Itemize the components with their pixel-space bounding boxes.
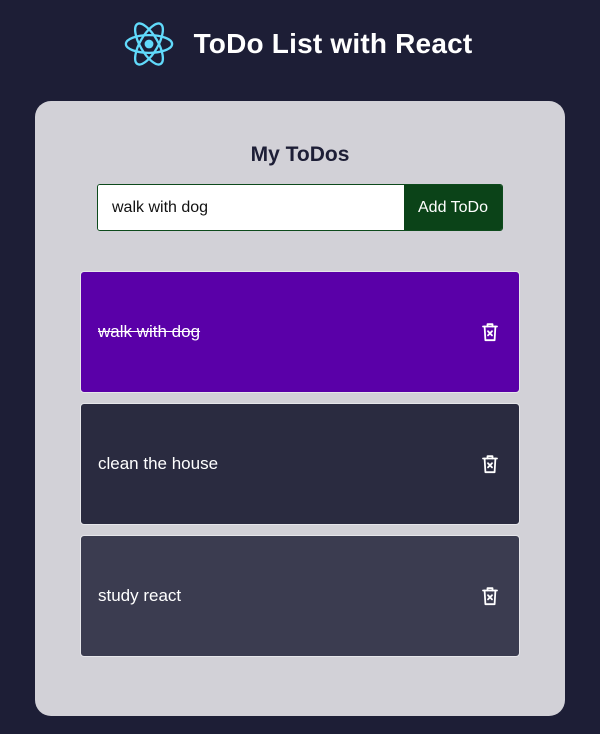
react-atom-icon: [124, 22, 173, 66]
todo-list: walk with dog clean the house study reac…: [80, 271, 520, 667]
trash-icon[interactable]: [481, 586, 499, 606]
todo-item[interactable]: walk with dog: [80, 271, 520, 393]
card-title: My ToDos: [250, 143, 350, 166]
todo-item[interactable]: clean the house: [80, 403, 520, 525]
todo-form: Add ToDo: [97, 184, 503, 231]
todo-text[interactable]: study react: [98, 586, 181, 606]
trash-icon[interactable]: [481, 454, 499, 474]
app-title: ToDo List with React: [193, 28, 473, 59]
trash-icon[interactable]: [481, 322, 499, 342]
todo-text[interactable]: clean the house: [98, 454, 218, 474]
todo-input[interactable]: [98, 185, 404, 230]
todo-item[interactable]: study react: [80, 535, 520, 657]
add-todo-button[interactable]: Add ToDo: [404, 185, 502, 230]
todo-card: My ToDos Add ToDo walk with dog clean th…: [35, 101, 565, 716]
app-header: ToDo List with React: [0, 18, 600, 70]
todo-text[interactable]: walk with dog: [98, 322, 200, 342]
